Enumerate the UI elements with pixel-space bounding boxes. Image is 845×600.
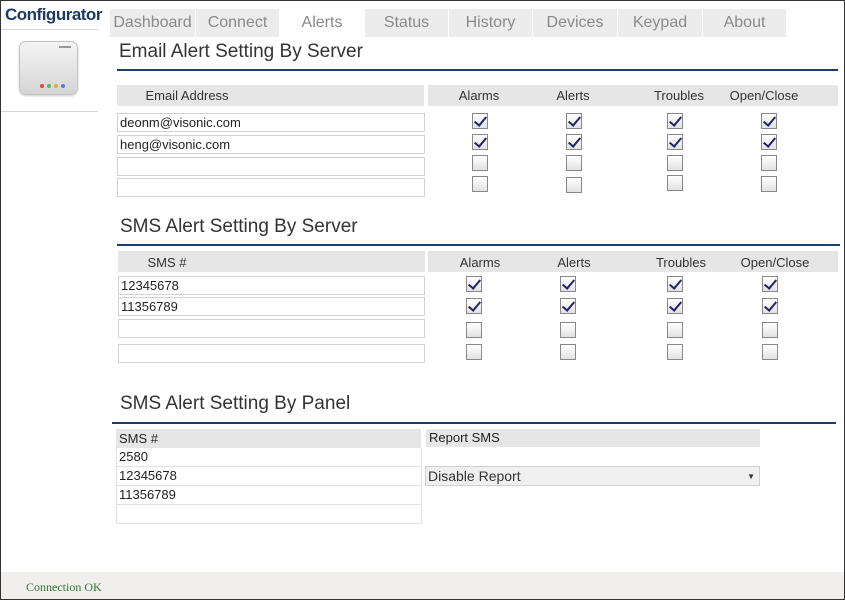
alerts-column-header: Alerts bbox=[556, 88, 590, 103]
tab-label: Keypad bbox=[632, 14, 688, 31]
device-logo-mark bbox=[59, 46, 71, 48]
tab-status[interactable]: Status bbox=[365, 9, 448, 37]
status-bar: Connection OK bbox=[1, 572, 844, 599]
sms-openclose-checkbox[interactable] bbox=[762, 344, 778, 360]
app-title: Configurator bbox=[5, 5, 102, 24]
sms-number-field[interactable] bbox=[118, 319, 425, 338]
email-alarms-checkbox[interactable] bbox=[472, 176, 488, 192]
sms-server-section-title: SMS Alert Setting By Server bbox=[120, 216, 358, 237]
sms-openclose-checkbox[interactable] bbox=[762, 276, 778, 292]
alerts-column-header: Alerts bbox=[557, 255, 591, 270]
email-troubles-checkbox[interactable] bbox=[667, 134, 683, 150]
tab-bar: Dashboard Connect Alerts Status History … bbox=[110, 9, 787, 37]
report-sms-select[interactable]: Disable Report ▼ bbox=[425, 466, 760, 486]
report-sms-select-value: Disable Report bbox=[428, 468, 521, 484]
sms-troubles-checkbox[interactable] bbox=[667, 298, 683, 314]
openclose-column-header: Open/Close bbox=[740, 255, 810, 270]
alarms-column-header: Alarms bbox=[459, 255, 501, 270]
tab-connect[interactable]: Connect bbox=[196, 9, 279, 37]
sms-number-field[interactable]: 12345678 bbox=[118, 276, 425, 295]
section-divider bbox=[112, 422, 836, 424]
panel-sms-header-bar bbox=[116, 429, 421, 448]
sidebar: Configurator bbox=[1, 1, 102, 571]
sms-alarms-checkbox[interactable] bbox=[466, 344, 482, 360]
email-alarms-checkbox[interactable] bbox=[472, 113, 488, 129]
email-troubles-checkbox[interactable] bbox=[667, 155, 683, 171]
tab-label: Alerts bbox=[301, 14, 343, 31]
sms-alerts-checkbox[interactable] bbox=[560, 298, 576, 314]
connection-status: Connection OK bbox=[26, 580, 102, 594]
tab-label: Devices bbox=[546, 14, 604, 31]
email-alerts-checkbox[interactable] bbox=[566, 113, 582, 129]
sidebar-divider bbox=[1, 29, 98, 30]
sms-openclose-checkbox[interactable] bbox=[762, 322, 778, 338]
tab-label: History bbox=[465, 14, 516, 31]
panel-sms-number-cell bbox=[116, 505, 422, 524]
email-troubles-checkbox[interactable] bbox=[667, 113, 683, 129]
device-led-orange bbox=[54, 84, 58, 88]
sms-troubles-checkbox[interactable] bbox=[667, 344, 683, 360]
sms-panel-section-title: SMS Alert Setting By Panel bbox=[120, 393, 351, 414]
device-led-green bbox=[47, 84, 51, 88]
email-address-column-header: Email Address bbox=[145, 88, 229, 103]
openclose-column-header: Open/Close bbox=[729, 88, 799, 103]
email-field[interactable] bbox=[117, 157, 425, 176]
sms-alerts-checkbox[interactable] bbox=[560, 344, 576, 360]
panel-sms-number-column-header: SMS # bbox=[119, 431, 159, 446]
email-openclose-checkbox[interactable] bbox=[761, 155, 777, 171]
device-led-red bbox=[40, 84, 44, 88]
email-alerts-checkbox[interactable] bbox=[566, 134, 582, 150]
section-divider bbox=[117, 69, 838, 71]
email-alarms-checkbox[interactable] bbox=[472, 155, 488, 171]
email-section-title: Email Alert Setting By Server bbox=[119, 41, 363, 62]
email-openclose-checkbox[interactable] bbox=[761, 134, 777, 150]
sms-number-field[interactable] bbox=[118, 344, 425, 363]
email-alerts-checkbox[interactable] bbox=[566, 155, 582, 171]
tab-label: Status bbox=[383, 14, 430, 31]
device-image bbox=[19, 41, 78, 95]
tab-label: Dashboard bbox=[113, 14, 192, 31]
sms-alerts-checkbox[interactable] bbox=[560, 322, 576, 338]
sms-number-column-header: SMS # bbox=[147, 255, 187, 270]
tab-alerts[interactable]: Alerts bbox=[280, 9, 364, 37]
troubles-column-header: Troubles bbox=[655, 255, 707, 270]
sms-number-field[interactable]: 11356789 bbox=[118, 297, 425, 316]
email-field[interactable] bbox=[117, 178, 425, 197]
troubles-column-header: Troubles bbox=[653, 88, 705, 103]
tab-devices[interactable]: Devices bbox=[533, 9, 617, 37]
tab-label: About bbox=[723, 14, 766, 31]
panel-sms-number-cell: 2580 bbox=[116, 448, 422, 467]
email-troubles-checkbox[interactable] bbox=[667, 175, 683, 191]
email-field[interactable]: heng@visonic.com bbox=[117, 135, 425, 154]
section-divider bbox=[117, 244, 840, 246]
sms-troubles-checkbox[interactable] bbox=[667, 322, 683, 338]
sidebar-divider bbox=[1, 111, 98, 112]
sms-alarms-checkbox[interactable] bbox=[466, 276, 482, 292]
email-alerts-checkbox[interactable] bbox=[566, 177, 582, 193]
panel-sms-number-cell: 11356789 bbox=[116, 486, 422, 505]
tab-history[interactable]: History bbox=[449, 9, 532, 37]
email-openclose-checkbox[interactable] bbox=[761, 176, 777, 192]
tab-keypad[interactable]: Keypad bbox=[618, 9, 702, 37]
sms-troubles-checkbox[interactable] bbox=[667, 276, 683, 292]
alarms-column-header: Alarms bbox=[458, 88, 500, 103]
sms-openclose-checkbox[interactable] bbox=[762, 298, 778, 314]
panel-sms-number-cell: 12345678 bbox=[116, 467, 422, 486]
chevron-down-icon: ▼ bbox=[747, 471, 755, 481]
report-sms-column-header: Report SMS bbox=[429, 430, 500, 445]
sms-alerts-checkbox[interactable] bbox=[560, 276, 576, 292]
tab-about[interactable]: About bbox=[703, 9, 786, 37]
email-alarms-checkbox[interactable] bbox=[472, 134, 488, 150]
tab-dashboard[interactable]: Dashboard bbox=[110, 9, 195, 37]
email-field[interactable]: deonm@visonic.com bbox=[117, 113, 425, 132]
sms-alarms-checkbox[interactable] bbox=[466, 322, 482, 338]
device-led-blue bbox=[61, 84, 65, 88]
email-openclose-checkbox[interactable] bbox=[761, 113, 777, 129]
tab-label: Connect bbox=[207, 14, 268, 31]
sms-alarms-checkbox[interactable] bbox=[466, 298, 482, 314]
